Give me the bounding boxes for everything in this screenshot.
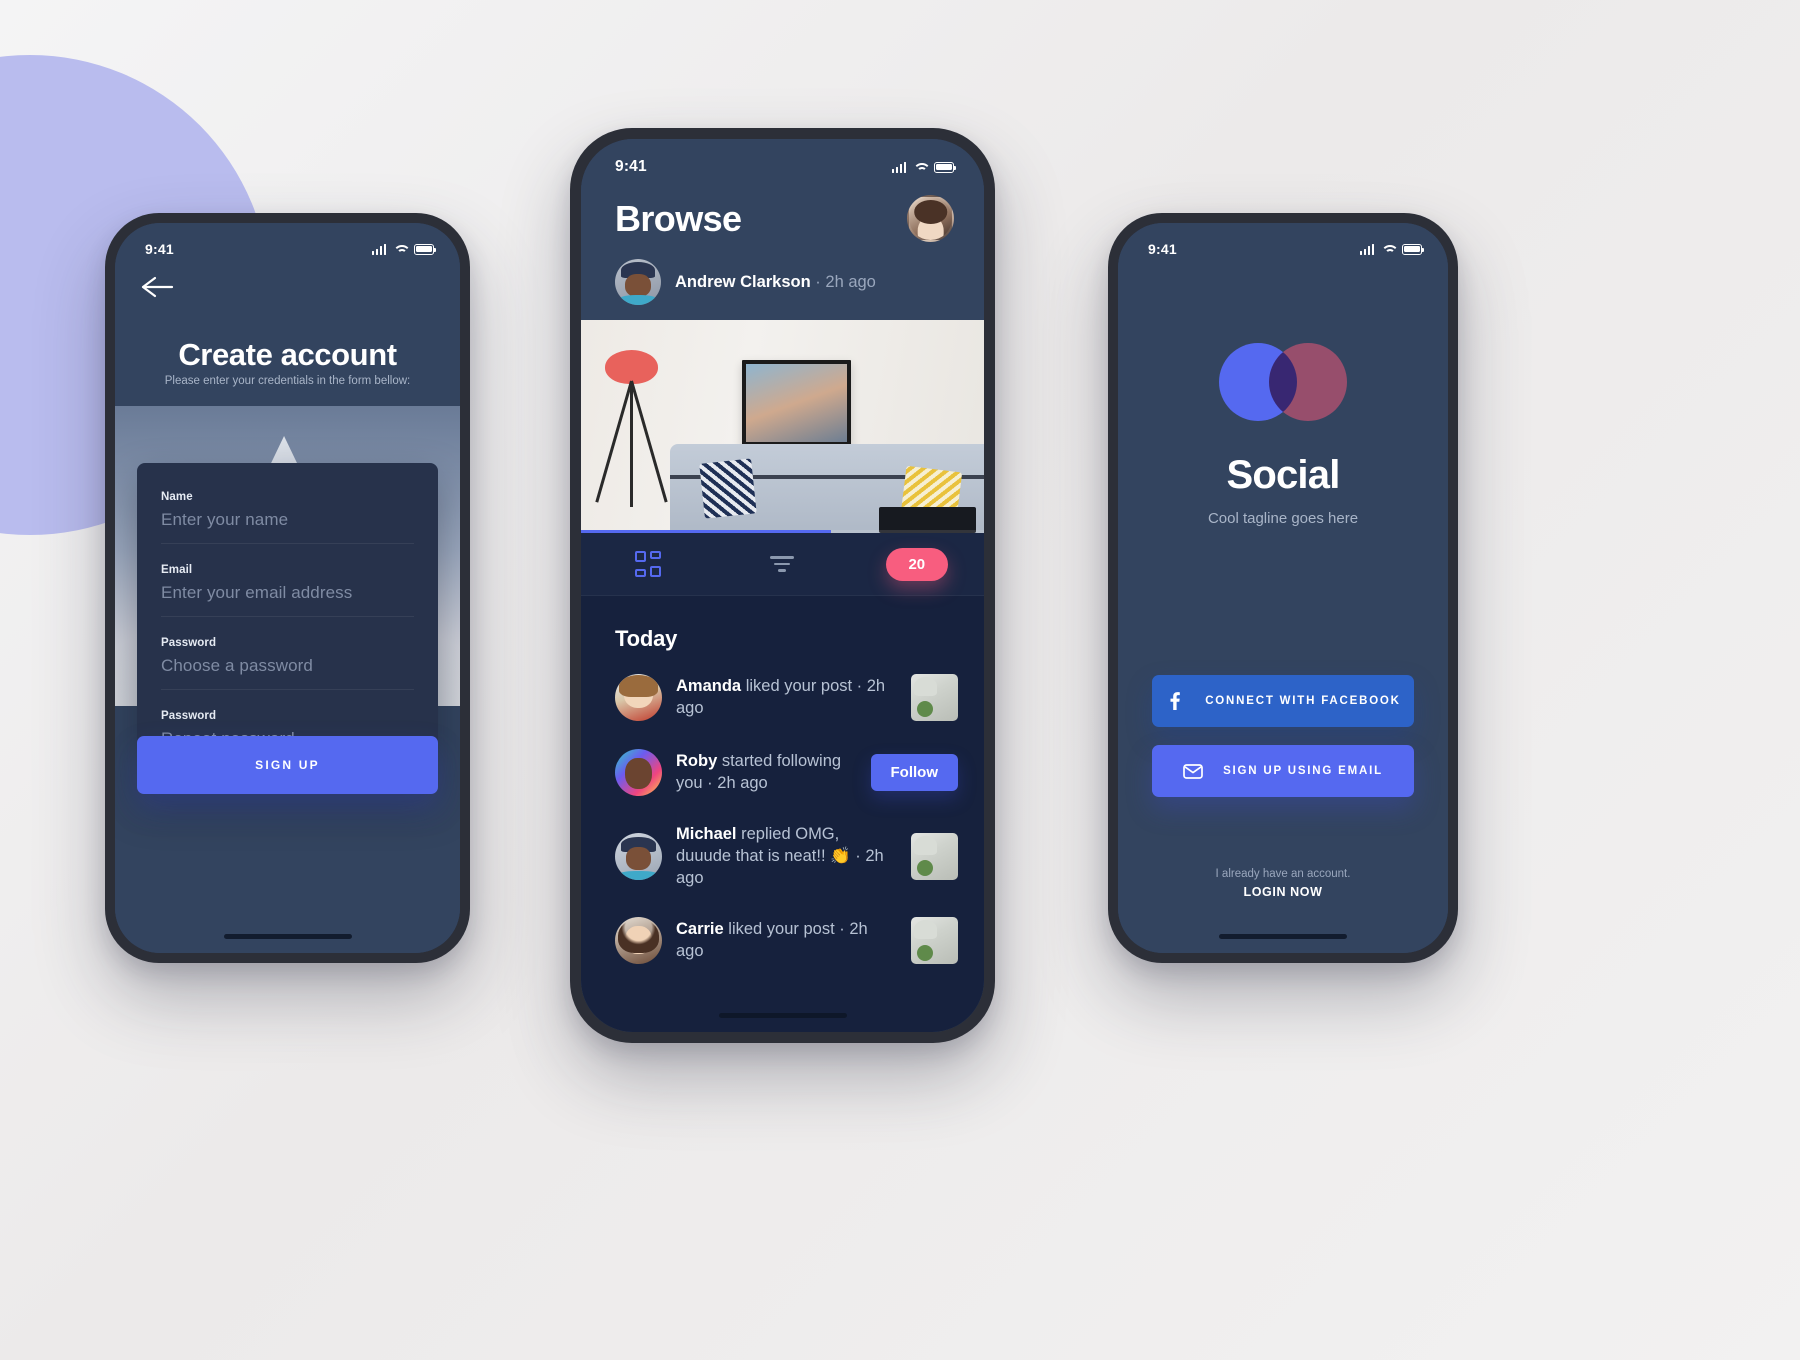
post-author-meta: Andrew Clarkson · 2h ago — [675, 273, 876, 292]
browse-content: 9:41 Browse Andrew Clarkson · 2h ago 20 … — [581, 139, 984, 1032]
field-password[interactable]: Password Choose a password — [161, 631, 414, 690]
avatar[interactable] — [907, 195, 954, 242]
back-arrow-icon[interactable] — [141, 275, 175, 299]
avatar — [615, 833, 662, 881]
battery-icon — [934, 162, 957, 173]
footer-text: I already have an account. — [1215, 868, 1351, 880]
password-input[interactable]: Choose a password — [161, 656, 414, 676]
filter-icon — [770, 556, 795, 572]
cellular-signal-icon — [891, 161, 906, 173]
cellular-signal-icon — [1359, 243, 1374, 255]
phone-browse: 9:41 Browse Andrew Clarkson · 2h ago 20 … — [570, 128, 995, 1043]
field-label: Password — [161, 710, 217, 722]
email-input[interactable]: Enter your email address — [161, 583, 414, 603]
avatar — [615, 259, 661, 305]
notification-text: Michael replied OMG, duuude that is neat… — [676, 824, 897, 889]
signup-using-email-button[interactable]: SIGN UP USING EMAIL — [1152, 745, 1414, 797]
screen-browse: 9:41 Browse Andrew Clarkson · 2h ago 20 … — [581, 139, 984, 1032]
list-item[interactable]: Amanda liked your post · 2h ago — [581, 660, 984, 735]
connect-with-facebook-button[interactable]: CONNECT WITH FACEBOOK — [1152, 675, 1414, 727]
notification-text: Carrie liked your post · 2h ago — [676, 919, 897, 963]
post-author-row[interactable]: Andrew Clarkson · 2h ago — [581, 242, 984, 320]
social-content: 9:41 Social Cool tagline goes here CONNE… — [1118, 223, 1448, 953]
home-indicator — [718, 1013, 847, 1018]
phone-create-account: 9:41 Create account Please enter your cr… — [105, 213, 470, 963]
tab-filter[interactable] — [715, 556, 849, 572]
status-bar: 9:41 — [1118, 223, 1448, 265]
phone-social: 9:41 Social Cool tagline goes here CONNE… — [1108, 213, 1458, 963]
screen-social: 9:41 Social Cool tagline goes here CONNE… — [1118, 223, 1448, 953]
app-title: Social — [1226, 453, 1340, 497]
post-author-name: Andrew Clarkson — [675, 272, 811, 291]
login-now-link[interactable]: LOGIN NOW — [1118, 885, 1448, 899]
field-name[interactable]: Name Enter your name — [161, 485, 414, 544]
status-icons — [371, 243, 437, 255]
count-badge[interactable]: 20 — [885, 547, 948, 581]
status-icons — [891, 161, 957, 173]
wifi-icon — [393, 244, 407, 255]
screen-create-account: 9:41 Create account Please enter your cr… — [115, 223, 460, 953]
notification-user: Amanda — [676, 676, 742, 695]
status-time: 9:41 — [145, 241, 174, 257]
home-indicator — [223, 934, 352, 939]
button-label: SIGN UP USING EMAIL — [1223, 765, 1383, 777]
patterned-pillow — [699, 458, 758, 519]
field-label: Name — [161, 491, 193, 503]
list-item[interactable]: Roby started following you · 2h ago Foll… — [581, 735, 984, 810]
battery-icon — [414, 244, 437, 255]
status-time: 9:41 — [1148, 241, 1177, 257]
post-thumbnail[interactable] — [911, 917, 958, 965]
notification-user: Roby — [676, 751, 718, 770]
button-label: CONNECT WITH FACEBOOK — [1205, 695, 1401, 707]
floor-lamp — [595, 349, 668, 508]
notification-text: Amanda liked your post · 2h ago — [676, 676, 897, 720]
grid-view-icon — [635, 551, 662, 577]
create-account-content: 9:41 Create account Please enter your cr… — [115, 223, 460, 953]
avatar — [615, 674, 662, 721]
browse-header: Browse — [581, 181, 984, 242]
status-icons — [1359, 243, 1425, 255]
app-logo-icon — [1219, 343, 1347, 421]
notification-user: Michael — [676, 825, 737, 843]
avatar — [615, 749, 662, 796]
wifi-icon — [1381, 244, 1395, 255]
follow-button[interactable]: Follow — [870, 754, 958, 791]
browse-toolbar: 20 — [581, 533, 984, 596]
wall-art-frame — [742, 360, 851, 446]
post-image[interactable] — [581, 320, 984, 533]
tab-count[interactable]: 20 — [850, 547, 984, 581]
avatar — [615, 917, 662, 965]
wifi-icon — [913, 162, 927, 173]
post-thumbnail[interactable] — [911, 833, 958, 881]
field-label: Email — [161, 564, 193, 576]
list-item[interactable]: Carrie liked your post · 2h ago — [581, 903, 984, 978]
page-title: Create account — [178, 337, 397, 372]
field-email[interactable]: Email Enter your email address — [161, 558, 414, 617]
home-indicator — [1219, 934, 1347, 939]
field-label: Password — [161, 637, 217, 649]
notification-text: Roby started following you · 2h ago — [676, 751, 857, 795]
post-thumbnail[interactable] — [911, 674, 958, 721]
status-bar: 9:41 — [581, 139, 984, 181]
envelope-icon — [1183, 763, 1203, 779]
status-bar: 9:41 — [115, 223, 460, 265]
page-subtitle: Please enter your credentials in the for… — [164, 375, 411, 387]
app-tagline: Cool tagline goes here — [1207, 510, 1359, 527]
signup-button[interactable]: SIGN UP — [137, 736, 438, 794]
post-time: 2h ago — [825, 272, 876, 291]
section-title: Today — [615, 626, 678, 651]
notification-user: Carrie — [676, 920, 724, 939]
name-input[interactable]: Enter your name — [161, 510, 414, 530]
cellular-signal-icon — [371, 243, 386, 255]
page-title: Browse — [615, 197, 742, 239]
post-separator: · — [815, 272, 821, 291]
notifications-panel: Today Amanda liked your post · 2h ago Ro… — [581, 596, 984, 1032]
login-footer: I already have an account. LOGIN NOW — [1118, 868, 1448, 899]
battery-icon — [1402, 244, 1425, 255]
status-time: 9:41 — [615, 158, 647, 175]
tab-grid-view[interactable] — [581, 551, 715, 577]
facebook-icon — [1165, 692, 1185, 710]
list-item[interactable]: Michael replied OMG, duuude that is neat… — [581, 810, 984, 903]
